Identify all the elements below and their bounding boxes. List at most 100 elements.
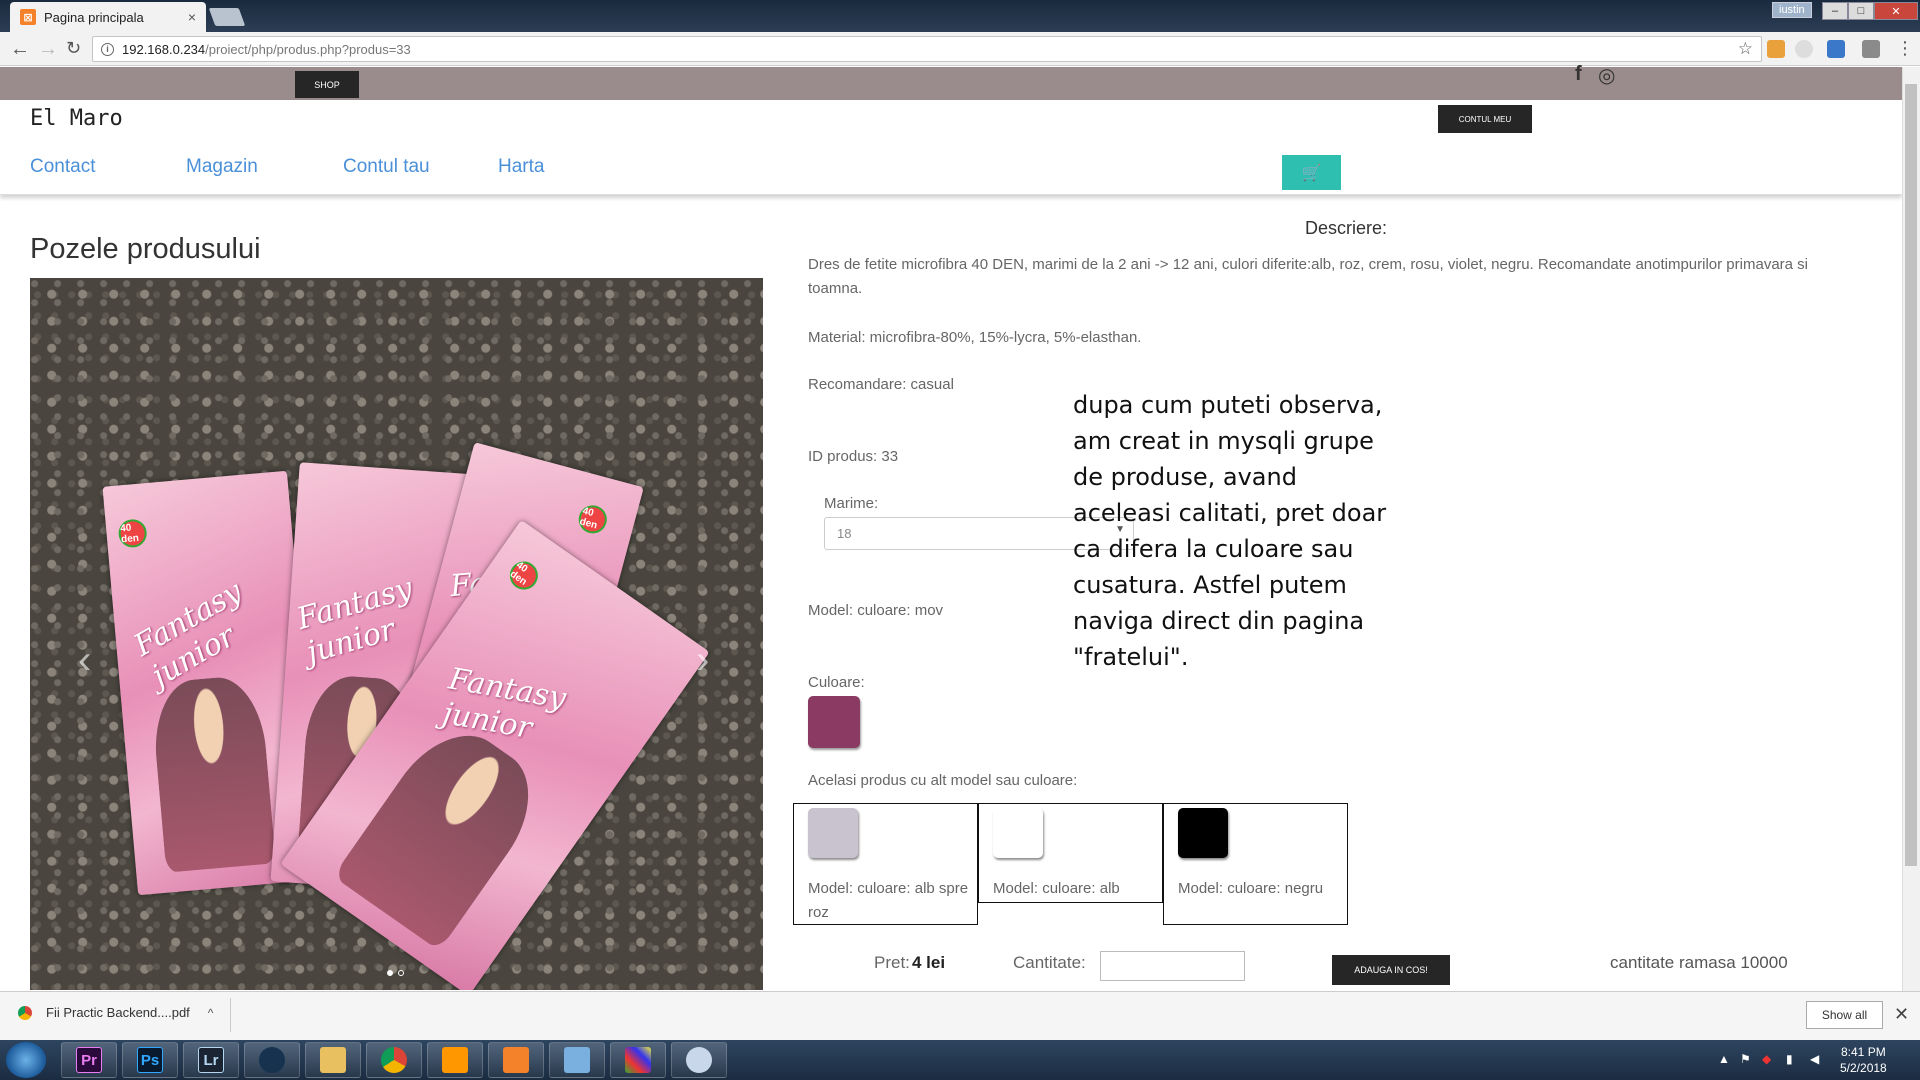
den-badge: 40 den — [575, 502, 610, 537]
network-icon[interactable]: ▮ — [1786, 1052, 1793, 1066]
url-path: /proiect/php/produs.php?produs=33 — [205, 41, 411, 57]
url-host: 192.168.0.234 — [122, 41, 206, 57]
bookmark-star-icon[interactable]: ☆ — [1738, 39, 1753, 59]
browser-toolbar: ← → ↻ i 192.168.0.234 /proiect/php/produ… — [0, 32, 1920, 66]
nav-contact[interactable]: Contact — [30, 156, 95, 178]
remaining-quantity: cantitate ramasa 10000 — [1610, 953, 1788, 972]
tray-expand-icon[interactable]: ▲ — [1718, 1052, 1730, 1066]
product-description: Dres de fetite microfibra 40 DEN, marimi… — [808, 256, 1808, 297]
window-icon — [564, 1047, 590, 1073]
extension-icon[interactable] — [1767, 40, 1785, 58]
steam-taskbar-button[interactable] — [244, 1042, 300, 1078]
product-id: ID produs: 33 — [808, 448, 899, 465]
quantity-label: Cantitate: — [1013, 953, 1086, 972]
description-title: Descriere: — [1305, 218, 1388, 238]
chrome-taskbar-button[interactable] — [366, 1042, 422, 1078]
browser-menu-icon[interactable]: ⋮ — [1896, 38, 1914, 59]
browser-tab-active[interactable]: ⊠ Pagina principala × — [10, 2, 206, 32]
site-info-icon[interactable]: i — [101, 42, 114, 56]
scrollbar-thumb[interactable] — [1905, 84, 1917, 866]
paint-icon — [686, 1047, 712, 1073]
reload-icon[interactable]: ↻ — [66, 38, 81, 59]
color-label: Culoare: — [808, 674, 865, 691]
browser-tab-strip — [0, 0, 1920, 32]
chrome-icon — [381, 1047, 407, 1073]
tray-acrobat-icon[interactable]: ◆ — [1762, 1052, 1771, 1066]
start-button[interactable] — [6, 1042, 46, 1078]
download-divider — [230, 998, 231, 1032]
shop-button[interactable]: SHOP — [295, 71, 359, 98]
explorer-taskbar-button[interactable] — [305, 1042, 361, 1078]
product-material: Material: microfibra-80%, 15%-lycra, 5%-… — [808, 329, 1142, 346]
extension-icon[interactable] — [1862, 40, 1880, 58]
variant-card[interactable]: Model: culoare: negru — [1163, 803, 1348, 925]
product-recommendation: Recomandare: casual — [808, 376, 954, 393]
download-shelf-close-icon[interactable]: ✕ — [1894, 1004, 1909, 1025]
download-item[interactable]: Fii Practic Backend....pdf ^ — [18, 1005, 213, 1020]
add-to-cart-button[interactable]: ADAUGA IN COS! — [1332, 955, 1450, 985]
tab-close-icon[interactable]: × — [188, 9, 196, 25]
paint-taskbar-button[interactable] — [671, 1042, 727, 1078]
carousel-indicator-active[interactable] — [387, 970, 393, 976]
premiere-taskbar-button[interactable]: Pr — [61, 1042, 117, 1078]
sublime-taskbar-button[interactable] — [427, 1042, 483, 1078]
size-label: Marime: — [824, 495, 879, 512]
xampp-taskbar-button[interactable] — [488, 1042, 544, 1078]
window-minimize-button[interactable]: – — [1822, 2, 1848, 20]
instagram-icon[interactable]: ◎ — [1598, 63, 1615, 88]
window-user-badge: iustin — [1772, 2, 1812, 18]
tray-clock[interactable]: 8:41 PM 5/2/2018 — [1840, 1044, 1887, 1076]
download-file-name: Fii Practic Backend....pdf — [46, 1005, 190, 1020]
extension-icon[interactable] — [1827, 40, 1845, 58]
nav-magazin[interactable]: Magazin — [186, 156, 258, 178]
cart-button[interactable]: 🛒 — [1282, 155, 1341, 190]
variant-card[interactable]: Model: culoare: alb spre roz — [793, 803, 978, 925]
window-close-button[interactable]: ✕ — [1874, 2, 1918, 20]
download-shelf — [0, 991, 1920, 1040]
folder-icon — [320, 1047, 346, 1073]
price-label: Pret: — [874, 953, 910, 972]
variant-swatch — [808, 808, 858, 858]
my-account-button[interactable]: CONTUL MEU — [1438, 105, 1532, 133]
volume-icon[interactable]: ◀ — [1810, 1052, 1819, 1066]
carousel-indicator[interactable] — [398, 970, 404, 976]
photos-title: Pozele produsului — [30, 233, 261, 265]
variant-label: Model: culoare: alb — [993, 880, 1120, 897]
forward-arrow-icon[interactable]: → — [38, 38, 58, 61]
variant-label: Model: culoare: negru — [1178, 880, 1324, 897]
pack-girl-image — [149, 673, 276, 873]
carousel-prev-icon[interactable]: ‹ — [78, 638, 91, 683]
show-all-button[interactable]: Show all — [1806, 1001, 1883, 1029]
carousel-next-icon[interactable]: › — [696, 638, 709, 683]
site-top-strip — [0, 67, 1902, 100]
photoshop-icon: Ps — [137, 1047, 163, 1073]
app-taskbar-button[interactable] — [610, 1042, 666, 1078]
extension-icon[interactable] — [1795, 40, 1813, 58]
tray-app-icon[interactable]: ⚑ — [1740, 1052, 1751, 1066]
den-badge: 40 den — [117, 518, 148, 549]
address-bar[interactable]: i 192.168.0.234 /proiect/php/produs.php?… — [92, 36, 1762, 62]
facebook-icon[interactable]: f — [1575, 63, 1582, 86]
pack-girl-image — [332, 712, 554, 951]
variant-card[interactable]: Model: culoare: alb — [978, 803, 1163, 903]
chevron-up-icon[interactable]: ^ — [208, 1006, 214, 1020]
product-photo-carousel[interactable]: 40 den Fantasy junior Fantasy junior 40 … — [30, 278, 763, 990]
back-arrow-icon[interactable]: ← — [10, 38, 30, 61]
lightroom-taskbar-button[interactable]: Lr — [183, 1042, 239, 1078]
nav-harta[interactable]: Harta — [498, 156, 544, 178]
color-swatch — [808, 696, 860, 748]
xampp-favicon-icon: ⊠ — [20, 9, 36, 25]
site-brand[interactable]: El Maro — [30, 106, 123, 131]
den-badge: 40 den — [504, 556, 544, 596]
sublime-icon — [442, 1047, 468, 1073]
new-tab-button[interactable] — [208, 8, 246, 26]
variant-swatch — [993, 808, 1043, 858]
window-taskbar-button[interactable] — [549, 1042, 605, 1078]
nav-contul-tau[interactable]: Contul tau — [343, 156, 430, 178]
clock-date: 5/2/2018 — [1840, 1061, 1887, 1075]
chrome-icon — [18, 1005, 32, 1020]
photoshop-taskbar-button[interactable]: Ps — [122, 1042, 178, 1078]
quantity-input[interactable] — [1100, 951, 1245, 981]
variants-label: Acelasi produs cu alt model sau culoare: — [808, 772, 1078, 789]
window-maximize-button[interactable]: □ — [1848, 2, 1874, 20]
